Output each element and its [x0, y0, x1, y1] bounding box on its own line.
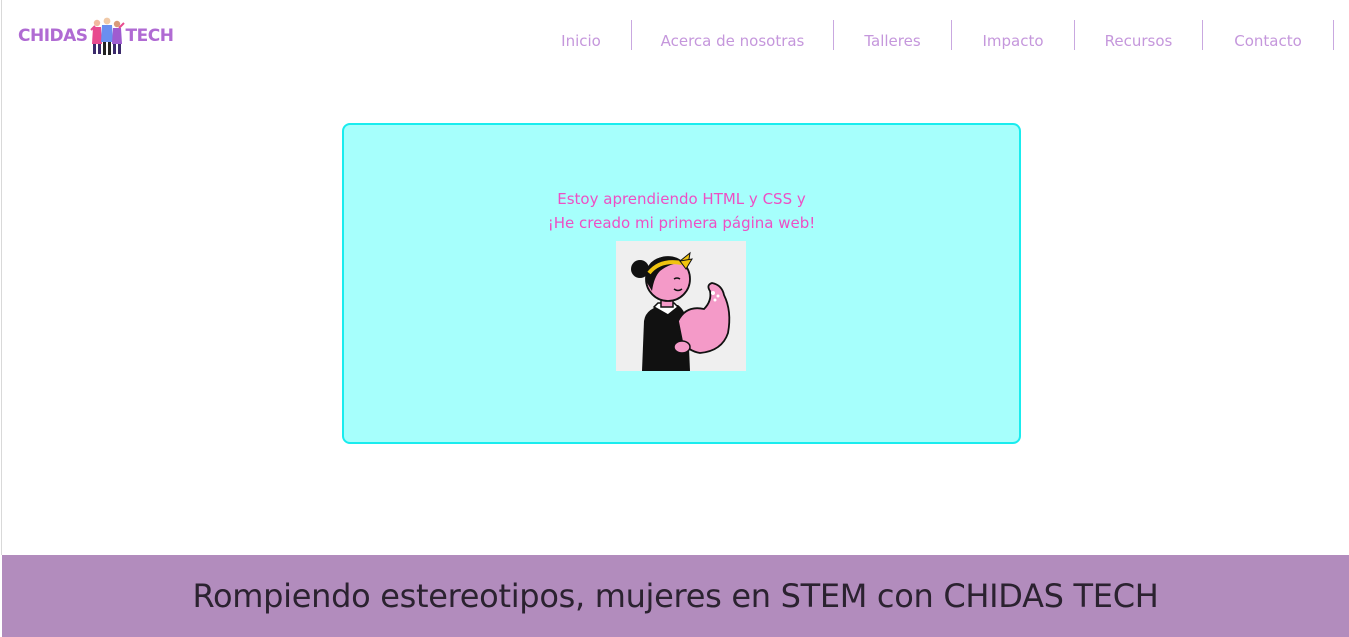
page-left-border	[1, 0, 2, 555]
nav-item-acerca-de-nosotras[interactable]: Acerca de nosotras	[632, 20, 834, 50]
brand-left-word: CHIDAS	[18, 26, 88, 46]
hero-message: Estoy aprendiendo HTML y CSS y ¡He cread…	[344, 187, 1019, 235]
hero-line-1: Estoy aprendiendo HTML y CSS y	[557, 190, 806, 208]
nav-label: Inicio	[561, 32, 601, 50]
hero-card: Estoy aprendiendo HTML y CSS y ¡He cread…	[342, 123, 1021, 444]
brand-logo[interactable]: CHIDAS TECH	[18, 14, 174, 58]
nav-item-recursos[interactable]: Recursos	[1075, 20, 1203, 50]
nav-label: Impacto	[982, 32, 1044, 50]
nav-item-talleres[interactable]: Talleres	[834, 20, 952, 50]
nav-label: Recursos	[1104, 32, 1173, 50]
footer-banner: Rompiendo estereotipos, mujeres en STEM …	[2, 555, 1349, 637]
footer-tagline: Rompiendo estereotipos, mujeres en STEM …	[192, 577, 1159, 615]
hero-line-2: ¡He creado mi primera página web!	[547, 214, 816, 232]
nav-label: Contacto	[1234, 32, 1302, 50]
brand-right-word: TECH	[125, 26, 174, 46]
nav-item-inicio[interactable]: Inicio	[531, 20, 632, 50]
people-group-icon	[89, 17, 125, 55]
main-navigation: Inicio Acerca de nosotras Talleres Impac…	[531, 20, 1334, 50]
flexing-woman-icon	[616, 241, 746, 371]
nav-label: Talleres	[864, 32, 921, 50]
nav-item-impacto[interactable]: Impacto	[952, 20, 1075, 50]
nav-label: Acerca de nosotras	[660, 32, 805, 50]
nav-item-contacto[interactable]: Contacto	[1203, 20, 1334, 50]
flexing-woman-illustration	[616, 241, 746, 371]
